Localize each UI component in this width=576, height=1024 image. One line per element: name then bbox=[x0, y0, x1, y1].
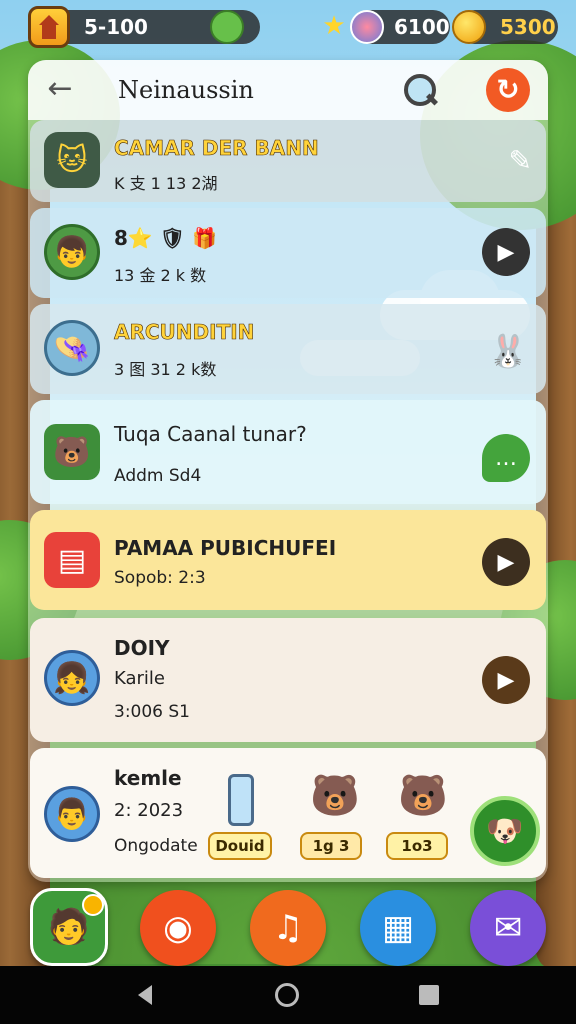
item-pill[interactable]: 1g 3 bbox=[300, 832, 362, 860]
coin-icon bbox=[452, 10, 486, 44]
music-icon[interactable]: ♫ bbox=[250, 890, 326, 966]
recents-nav-icon[interactable] bbox=[414, 980, 444, 1010]
level-counter-text: 5-100 bbox=[84, 15, 148, 39]
news-icon[interactable]: ▦ bbox=[360, 890, 436, 966]
bottle-icon bbox=[228, 774, 254, 826]
newspaper-icon: ▤ bbox=[44, 532, 100, 588]
item-pill[interactable]: 1o3 bbox=[386, 832, 448, 860]
chat-bubble-icon[interactable]: … bbox=[482, 434, 530, 482]
row-title: Tuqa Caanal tunar? bbox=[114, 422, 307, 446]
row-subtitle: Sopob: 2:3 bbox=[114, 568, 206, 588]
list-item[interactable]: 🐻 Tuqa Caanal tunar? Addm Sd4 … bbox=[30, 400, 546, 504]
item-pill[interactable]: Douid bbox=[208, 832, 272, 860]
man-avatar: 👨 bbox=[44, 786, 100, 842]
back-nav-icon[interactable] bbox=[130, 980, 160, 1010]
row-subtitle: 2: 2023 bbox=[114, 800, 184, 821]
home-nav-icon[interactable] bbox=[272, 980, 302, 1010]
main-panel: ← Neinaussin ↻ 🐱 CAMAR DER BANN K 支 1 13… bbox=[28, 60, 548, 882]
list-item[interactable]: ▤ PAMAA PUBICHUFEI Sopob: 2:3 ▶ bbox=[30, 510, 546, 610]
gem-icon bbox=[350, 10, 384, 44]
notification-badge-icon bbox=[82, 894, 104, 916]
home-icon[interactable] bbox=[28, 6, 70, 48]
list-item[interactable]: 👦 8⭐ 🛡 🎁 13 金 2 k 数 ▶ bbox=[30, 208, 546, 298]
row-title: 8⭐ 🛡 🎁 bbox=[114, 226, 218, 250]
bear-icon: 🐻 bbox=[310, 773, 360, 819]
play-button[interactable]: ▶ bbox=[482, 228, 530, 276]
gem-counter-text: 6100 bbox=[394, 15, 450, 39]
edit-pencil-icon[interactable]: ✎ bbox=[509, 144, 532, 177]
play-button[interactable]: ▶ bbox=[482, 538, 530, 586]
row-meta: 3:006 S1 bbox=[114, 702, 191, 722]
row-title: ARCUNDITIN bbox=[114, 320, 255, 345]
refresh-icon[interactable]: ↻ bbox=[486, 68, 530, 112]
farmer-avatar: 👒 bbox=[44, 320, 100, 376]
boy-avatar: 👦 bbox=[44, 224, 100, 280]
cat-avatar-icon: 🐱 bbox=[44, 132, 100, 188]
camera-icon[interactable]: ◉ bbox=[140, 890, 216, 966]
girl-avatar: 👧 bbox=[44, 650, 100, 706]
list-item[interactable]: 👨 kemle 2: 2023 Ongodate Douid 🐻 1g 3 🐻 … bbox=[30, 748, 546, 878]
top-status-bar: 5-100 6100 ★ 5300 bbox=[28, 6, 558, 48]
row-subtitle: K 支 1 13 2湖 bbox=[114, 174, 218, 193]
row-meta: Ongodate bbox=[114, 836, 198, 856]
brown-bear-icon: 🐻 bbox=[398, 773, 448, 819]
search-icon[interactable] bbox=[402, 72, 438, 108]
row-title: DOIY bbox=[114, 636, 170, 660]
row-subtitle: 3 图 31 2 k数 bbox=[114, 360, 217, 379]
list-item[interactable]: 🐱 CAMAR DER BANN K 支 1 13 2湖 ✎ bbox=[30, 120, 546, 202]
list-item[interactable]: 👧 DOIY Karile 3:006 S1 ▶ bbox=[30, 618, 546, 742]
system-navigation-bar bbox=[0, 966, 576, 1024]
row-subtitle: Addm Sd4 bbox=[114, 466, 202, 486]
monster-face-icon bbox=[210, 10, 244, 44]
bear-avatar: 🐻 bbox=[44, 424, 100, 480]
bottom-dock: 🧑 ◉ ♫ ▦ ✉ bbox=[0, 884, 576, 966]
star-icon: ★ bbox=[322, 11, 346, 41]
coin-counter-text: 5300 bbox=[500, 15, 556, 39]
row-subtitle: Karile bbox=[114, 668, 165, 689]
panel-header: ← Neinaussin ↻ bbox=[28, 60, 548, 120]
mail-icon[interactable]: ✉ bbox=[470, 890, 546, 966]
list-item[interactable]: 👒 ARCUNDITIN 3 图 31 2 k数 🐰 bbox=[30, 304, 546, 394]
row-title: PAMAA PUBICHUFEI bbox=[114, 536, 337, 560]
page-title: Neinaussin bbox=[118, 76, 254, 104]
row-subtitle: 13 金 2 k 数 bbox=[114, 266, 207, 285]
play-button[interactable]: ▶ bbox=[482, 656, 530, 704]
back-arrow-icon[interactable]: ← bbox=[44, 74, 76, 106]
pet-action-button[interactable]: 🐶 bbox=[470, 796, 540, 866]
row-title: CAMAR DER BANN bbox=[114, 136, 319, 161]
row-title: kemle bbox=[114, 766, 182, 790]
rabbit-icon[interactable]: 🐰 bbox=[488, 332, 528, 370]
